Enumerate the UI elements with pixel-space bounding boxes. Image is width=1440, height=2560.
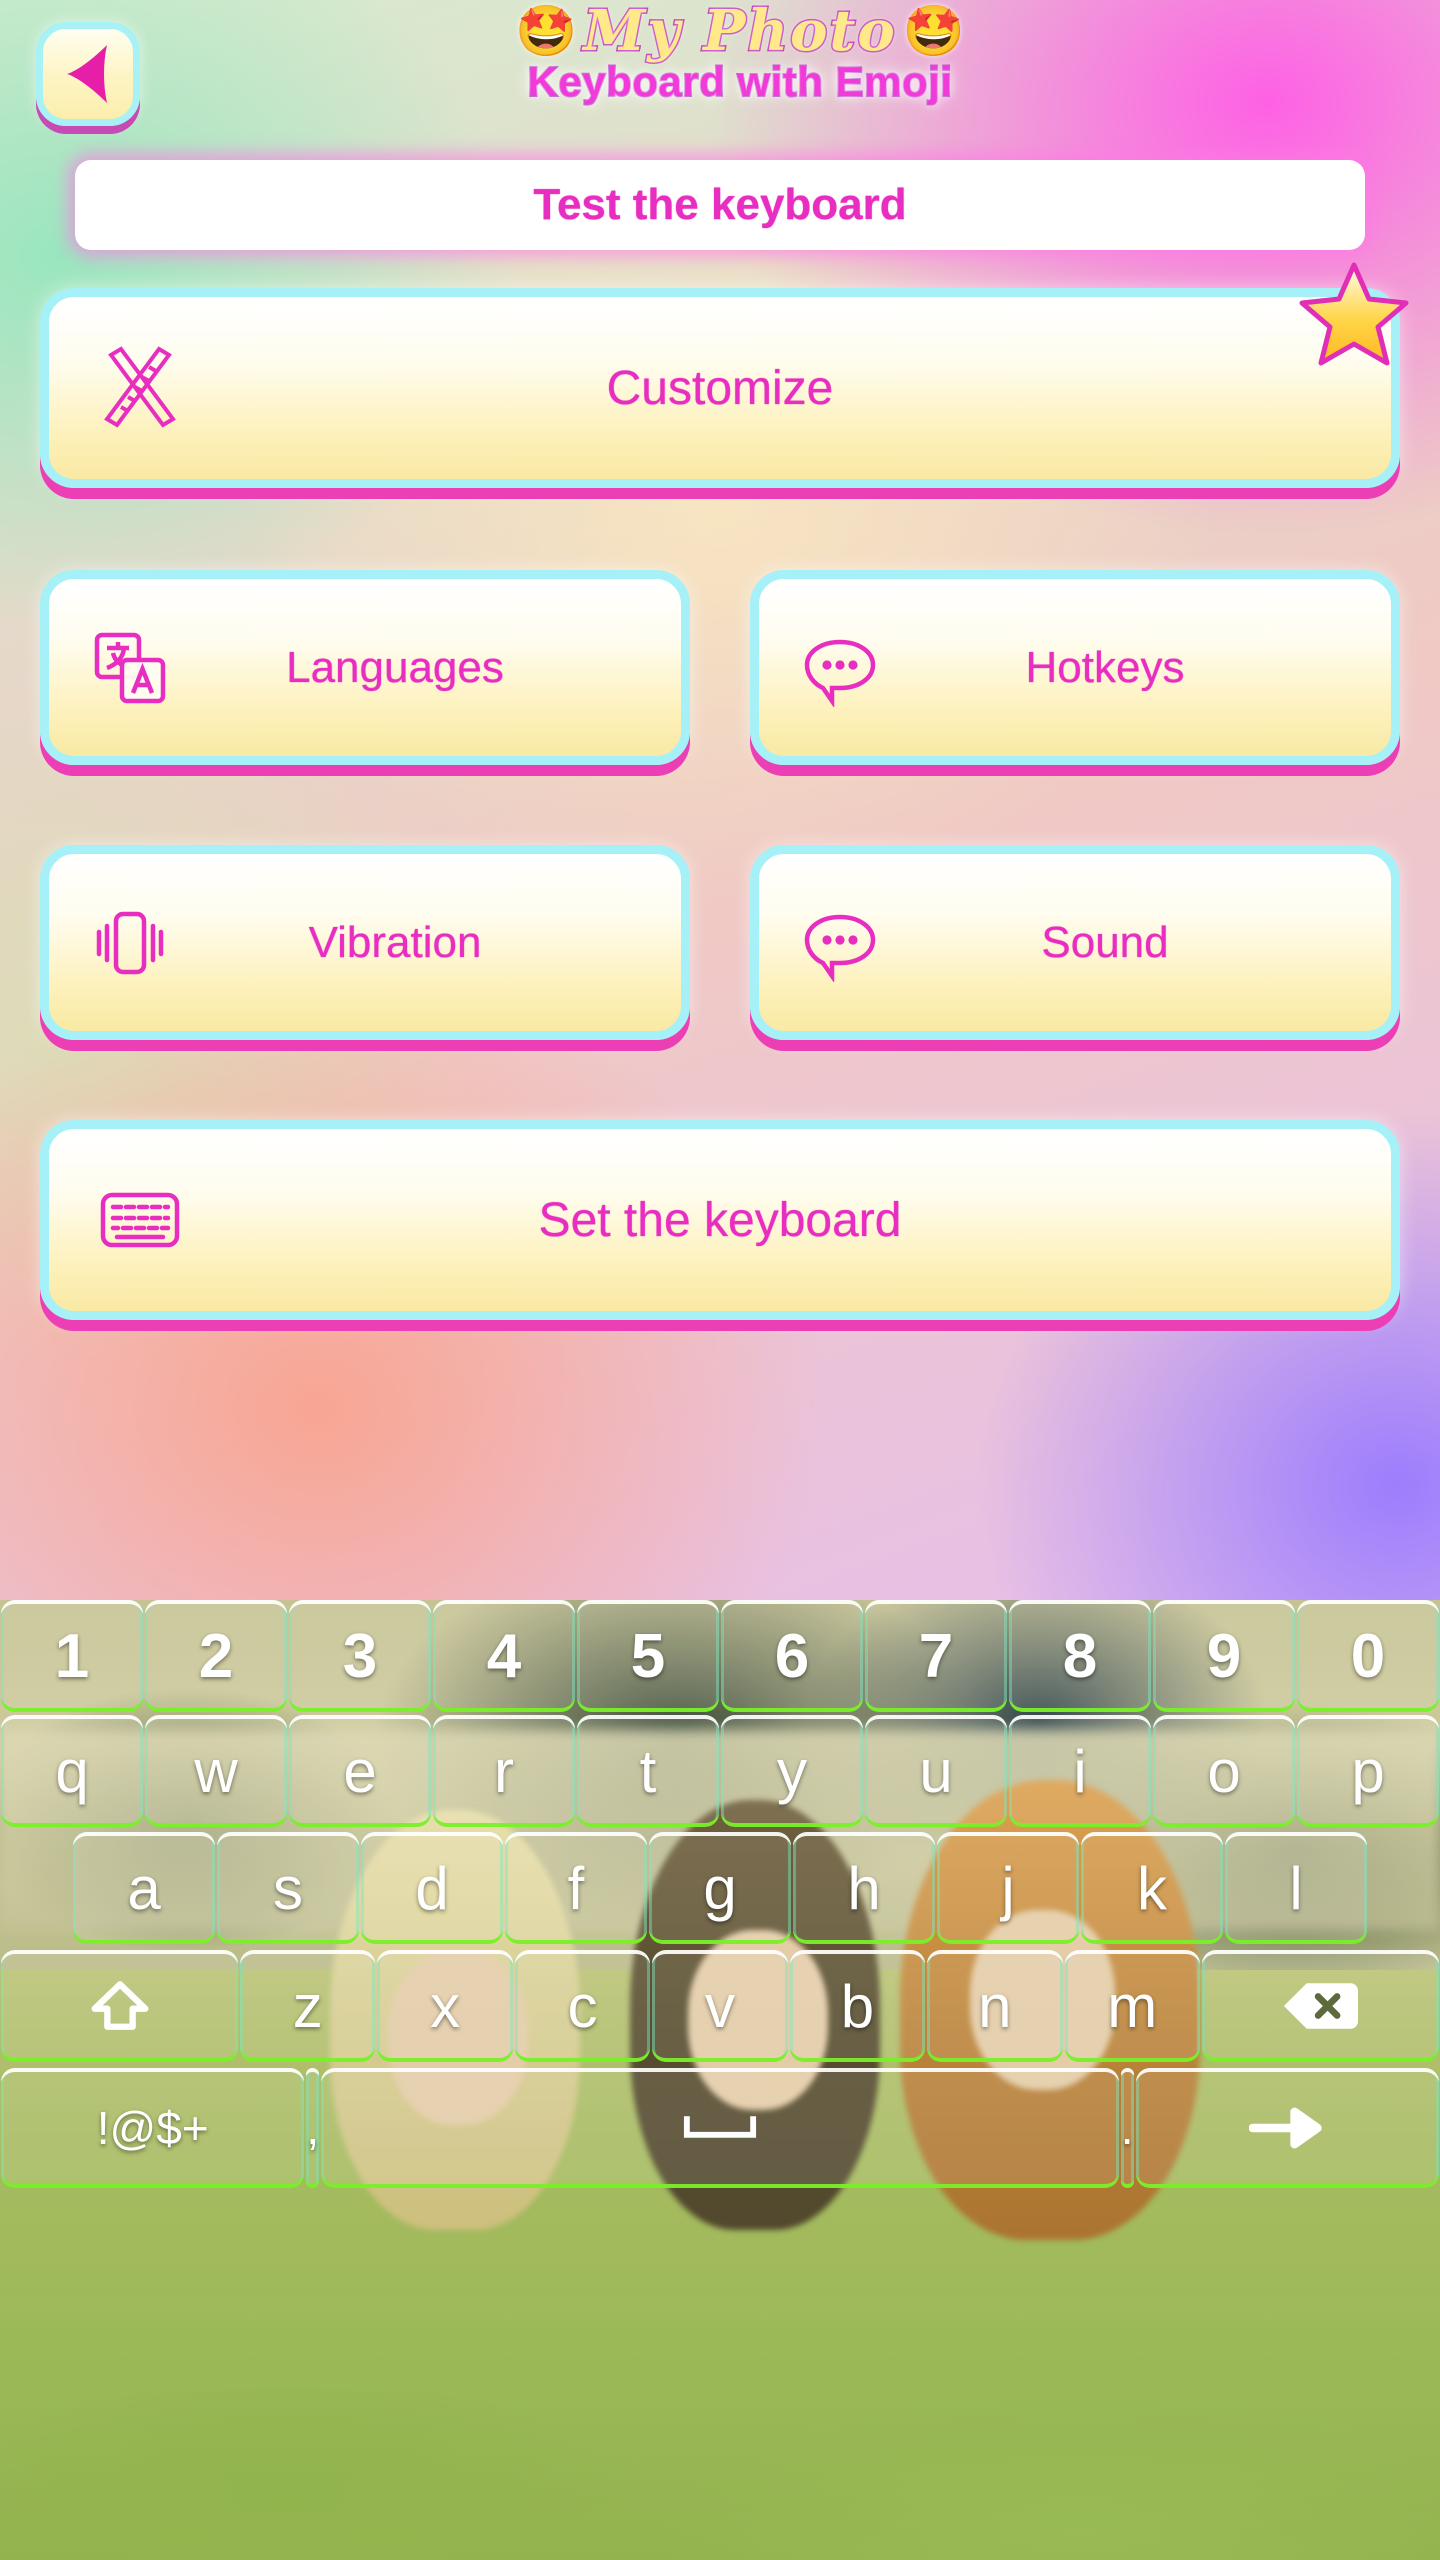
key-r[interactable]: r <box>433 1715 575 1827</box>
space-key[interactable] <box>321 2068 1119 2188</box>
top-bar: 🤩 My Photo 🤩 Keyboard with Emoji <box>0 0 1440 150</box>
key-g[interactable]: g <box>649 1832 791 1944</box>
key-2[interactable]: 2 <box>145 1600 287 1712</box>
key-6[interactable]: 6 <box>721 1600 863 1712</box>
key-t[interactable]: t <box>577 1715 719 1827</box>
keyboard-icon <box>97 1177 183 1263</box>
speech-bubble-icon <box>801 904 879 983</box>
on-screen-keyboard[interactable]: 1 2 3 4 5 6 7 8 9 0 q w e r t y u i o p … <box>0 1600 1440 2560</box>
key-s[interactable]: s <box>217 1832 359 1944</box>
pencil-ruler-icon <box>97 345 183 431</box>
key-5[interactable]: 5 <box>577 1600 719 1712</box>
key-k[interactable]: k <box>1081 1832 1223 1944</box>
set-the-keyboard-button-label: Set the keyboard <box>538 1193 902 1247</box>
key-p[interactable]: p <box>1297 1715 1439 1827</box>
set-the-keyboard-button[interactable]: Set the keyboard <box>40 1120 1400 1320</box>
heart-eyes-emoji-left: 🤩 <box>515 3 578 59</box>
back-button[interactable] <box>36 22 140 126</box>
keyboard-row-function: !@$+ , . <box>0 2068 1440 2188</box>
key-f[interactable]: f <box>505 1832 647 1944</box>
key-v[interactable]: v <box>652 1950 788 2062</box>
enter-arrow-icon <box>1249 2106 1325 2150</box>
key-7[interactable]: 7 <box>865 1600 1007 1712</box>
keyboard-row-numbers: 1 2 3 4 5 6 7 8 9 0 <box>0 1600 1440 1712</box>
logo-subtitle: Keyboard with Emoji <box>527 57 953 106</box>
test-keyboard-input[interactable]: Test the keyboard <box>75 160 1365 250</box>
key-l[interactable]: l <box>1225 1832 1367 1944</box>
shift-arrow-icon <box>88 1978 152 2034</box>
key-q[interactable]: q <box>1 1715 143 1827</box>
keyboard-row-home: a s d f g h j k l <box>0 1832 1440 1944</box>
vibrate-phone-icon <box>91 904 169 982</box>
key-3[interactable]: 3 <box>289 1600 431 1712</box>
heart-eyes-emoji-right: 🤩 <box>902 3 965 59</box>
backspace-key[interactable] <box>1201 1950 1439 2062</box>
test-keyboard-input-value: Test the keyboard <box>533 180 907 229</box>
key-9[interactable]: 9 <box>1153 1600 1295 1712</box>
key-4[interactable]: 4 <box>433 1600 575 1712</box>
key-z[interactable]: z <box>240 1950 376 2062</box>
back-triangle-icon <box>63 43 113 105</box>
key-c[interactable]: c <box>514 1950 651 2062</box>
sound-button[interactable]: Sound <box>750 845 1400 1040</box>
space-icon <box>681 2113 759 2143</box>
keyboard-row-top: q w e r t y u i o p <box>0 1715 1440 1827</box>
key-d[interactable]: d <box>361 1832 503 1944</box>
symbols-key[interactable]: !@$+ <box>1 2068 305 2188</box>
period-key[interactable]: . <box>1120 2068 1134 2188</box>
key-y[interactable]: y <box>721 1715 863 1827</box>
key-0[interactable]: 0 <box>1297 1600 1439 1712</box>
key-b[interactable]: b <box>789 1950 926 2062</box>
keyboard-row-bottom-letters: z x c v b n m <box>0 1950 1440 2062</box>
hotkeys-button[interactable]: Hotkeys <box>750 570 1400 765</box>
app-logo: 🤩 My Photo 🤩 Keyboard with Emoji <box>430 0 1050 120</box>
star-badge <box>1299 259 1409 369</box>
customize-button[interactable]: Customize <box>40 262 1409 488</box>
speech-bubble-icon <box>801 629 879 708</box>
key-1[interactable]: 1 <box>1 1600 143 1712</box>
shift-key[interactable] <box>1 1950 238 2062</box>
key-o[interactable]: o <box>1153 1715 1295 1827</box>
key-j[interactable]: j <box>937 1832 1079 1944</box>
vibration-button[interactable]: Vibration <box>40 845 690 1040</box>
translate-icon <box>91 629 169 707</box>
key-n[interactable]: n <box>927 1950 1063 2062</box>
key-8[interactable]: 8 <box>1009 1600 1151 1712</box>
key-x[interactable]: x <box>377 1950 513 2062</box>
key-w[interactable]: w <box>145 1715 287 1827</box>
key-a[interactable]: a <box>73 1832 215 1944</box>
customize-button-label: Customize <box>606 361 834 415</box>
key-i[interactable]: i <box>1009 1715 1151 1827</box>
key-e[interactable]: e <box>289 1715 431 1827</box>
key-u[interactable]: u <box>865 1715 1007 1827</box>
logo-title: My Photo <box>582 0 897 66</box>
backspace-icon <box>1282 1979 1359 2033</box>
comma-key[interactable]: , <box>306 2068 320 2188</box>
languages-button[interactable]: Languages <box>40 570 690 765</box>
key-m[interactable]: m <box>1064 1950 1200 2062</box>
key-h[interactable]: h <box>793 1832 935 1944</box>
enter-key[interactable] <box>1135 2068 1439 2188</box>
